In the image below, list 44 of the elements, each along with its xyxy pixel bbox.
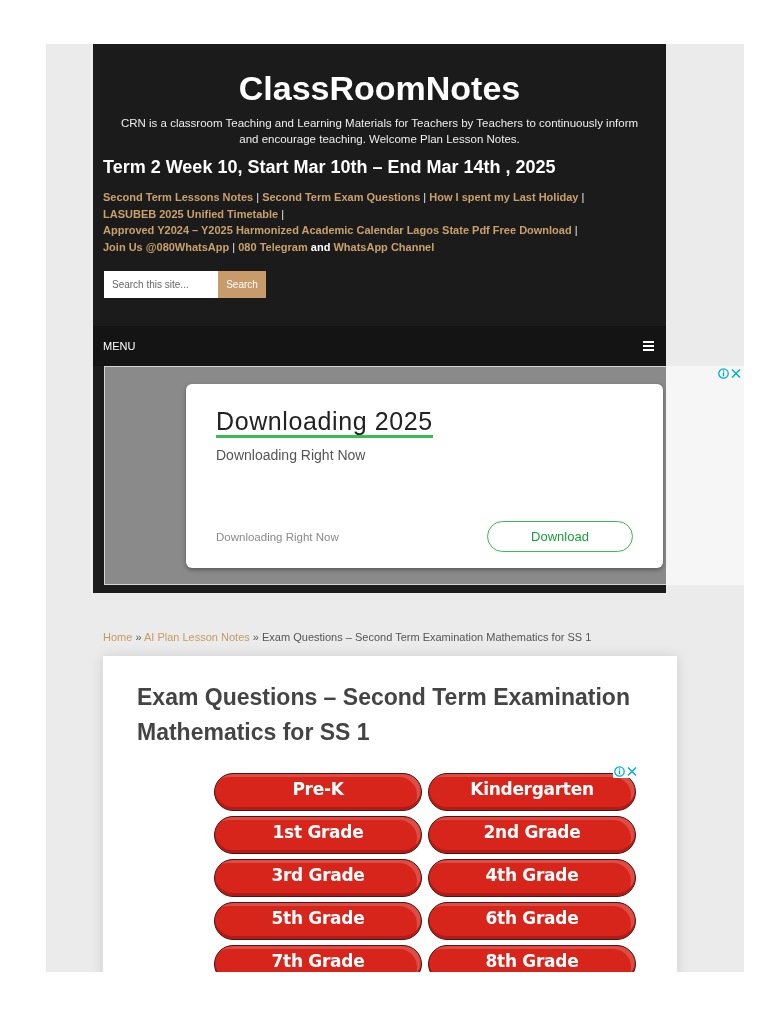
link-separator: |	[232, 240, 236, 253]
ad-subheading: Downloading Right Now	[216, 446, 366, 464]
link-separator: |	[581, 191, 585, 203]
download-button[interactable]: Download	[487, 521, 633, 552]
link-separator: |	[423, 191, 427, 203]
link-separator: |	[574, 224, 578, 236]
grade-button[interactable]: 4th Grade	[428, 859, 636, 897]
nav-link[interactable]: WhatsApp Channel	[333, 240, 435, 253]
ad-footer-text: Downloading Right Now	[216, 530, 339, 543]
grade-button[interactable]: 3rd Grade	[214, 859, 422, 897]
menu-icon[interactable]	[643, 341, 654, 351]
close-icon[interactable]	[731, 368, 741, 379]
grade-button[interactable]: 1st Grade	[214, 816, 422, 854]
link-separator: |	[256, 191, 260, 203]
term-dates-heading: Term 2 Week 10, Start Mar 10th – End Mar 14th , 2025	[103, 156, 557, 179]
nav-link[interactable]: Second Term Lessons Notes	[103, 191, 254, 203]
nav-link[interactable]: 080 Telegram	[238, 240, 308, 253]
close-icon[interactable]	[627, 766, 637, 777]
nav-text: and	[310, 240, 331, 253]
search-button[interactable]: Search	[218, 271, 266, 298]
nav-link[interactable]: LASUBEB 2025 Unified Timetable	[103, 207, 279, 220]
info-icon[interactable]	[718, 368, 729, 379]
grade-button[interactable]: 8th Grade	[428, 945, 636, 972]
nav-link[interactable]: Approved Y2024 – Y2025 Harmonized Academic Calendar Lagos State Pdf Free Download	[103, 224, 572, 236]
grade-button[interactable]: 2nd Grade	[428, 816, 636, 854]
site-description: CRN is a classroom Teaching and Learning Materials for Teachers by Teachers to continuously inform and encourage teaching. Welcome Plan Lesson Notes.	[119, 116, 640, 147]
article-title: Exam Questions – Second Term Examination Mathematics for SS 1	[137, 683, 631, 747]
breadcrumb-separator: »	[252, 631, 259, 643]
breadcrumb-current: Exam Questions – Second Term Examination Mathematics for SS 1	[262, 631, 592, 643]
nav-link[interactable]: How I spent my Last Holiday	[429, 191, 579, 203]
grade-button[interactable]: Kindergarten	[428, 773, 636, 811]
ad-heading[interactable]: Downloading 2025	[216, 407, 433, 438]
search-field[interactable]: Search this site...	[104, 271, 218, 298]
grade-button[interactable]: Pre-K	[214, 773, 422, 811]
nav-link[interactable]: Join Us @080WhatsApp	[103, 240, 230, 253]
menu-label[interactable]: MENU	[103, 340, 136, 352]
grade-button[interactable]: 7th Grade	[214, 945, 422, 972]
info-icon[interactable]	[614, 766, 625, 777]
site-title[interactable]: ClassRoomNotes	[103, 68, 656, 108]
link-separator: |	[281, 207, 285, 220]
grade-button[interactable]: 6th Grade	[428, 902, 636, 940]
grade-button[interactable]: 5th Grade	[214, 902, 422, 940]
nav-link[interactable]: Second Term Exam Questions	[262, 191, 421, 203]
breadcrumb-separator: »	[135, 631, 142, 643]
